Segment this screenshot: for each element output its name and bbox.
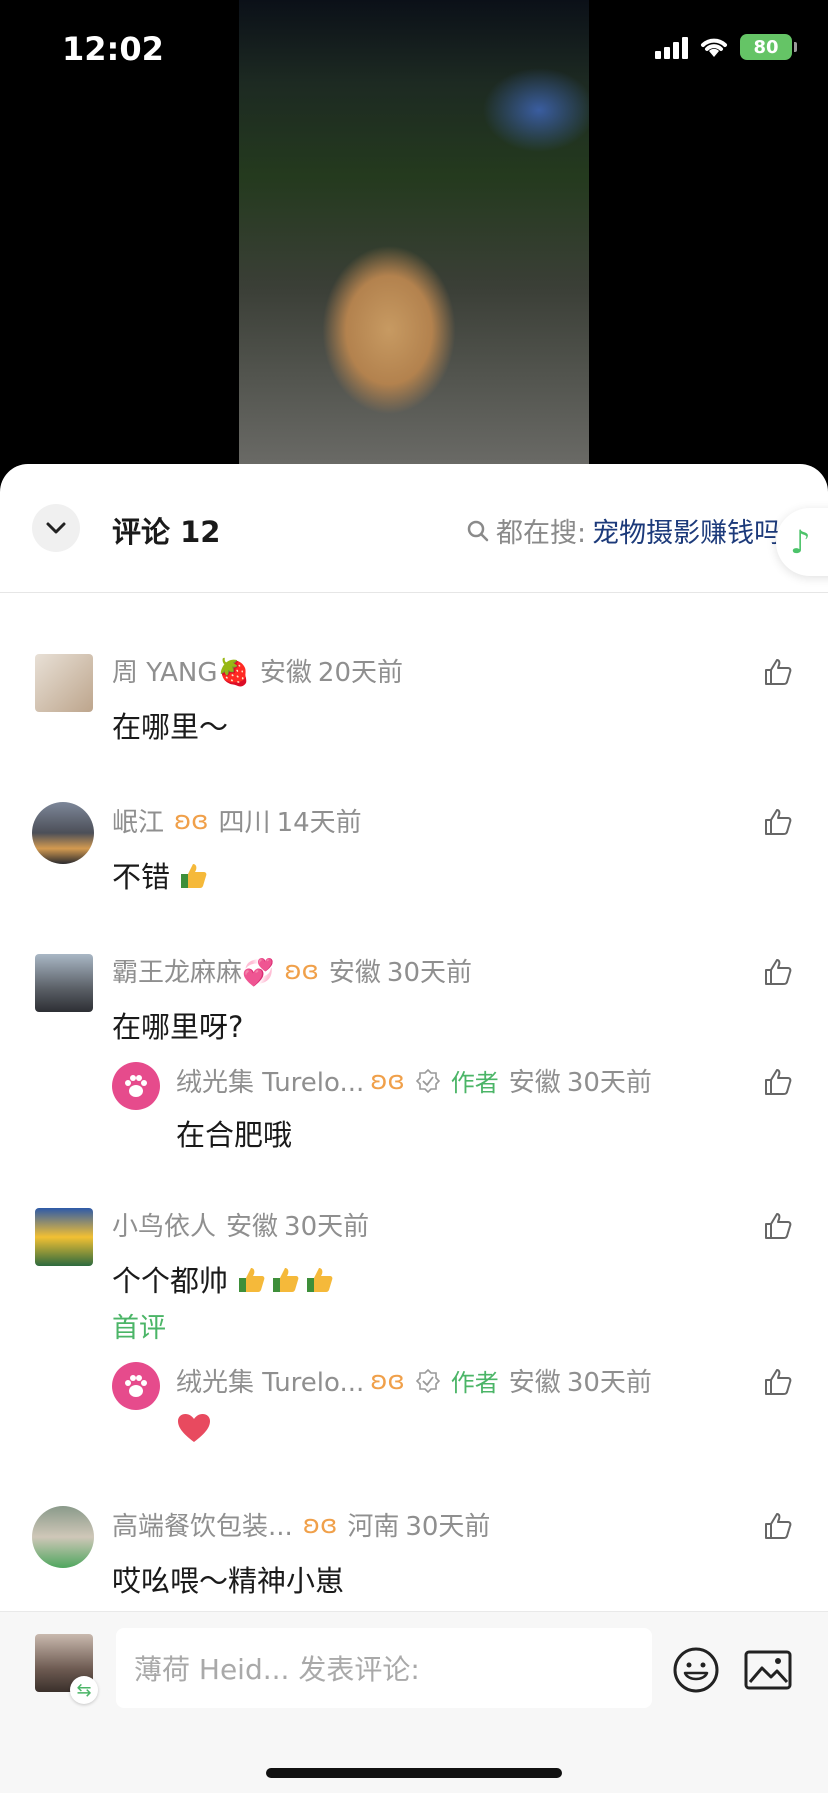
status-time: 12:02 bbox=[62, 30, 164, 68]
signal-icon bbox=[655, 35, 688, 59]
image-button-icon[interactable] bbox=[744, 1650, 792, 1690]
comment-text: 在哪里～ bbox=[112, 710, 229, 744]
battery-level: 80 bbox=[753, 36, 779, 58]
like-icon[interactable] bbox=[762, 1366, 794, 1398]
input-placeholder: 薄荷 Heid... 发表评论: bbox=[134, 1653, 420, 1686]
comment-meta: 周 YANG🍓 安徽 20天前 bbox=[112, 652, 403, 689]
like-icon[interactable] bbox=[762, 1066, 794, 1098]
comment-time: 30天前 bbox=[284, 1212, 370, 1242]
paw-icon bbox=[125, 1375, 147, 1397]
comment-text: 哎吆喂～精神小崽 bbox=[112, 1564, 345, 1598]
reply-region: 安徽 bbox=[508, 1368, 561, 1398]
reply-avatar[interactable] bbox=[112, 1062, 160, 1110]
reply-user[interactable]: 绒光集 Turelo... bbox=[176, 1362, 364, 1399]
comment-text-content: 个个都帅 bbox=[112, 1264, 229, 1298]
author-badge: 作者 bbox=[450, 1069, 499, 1097]
avatar[interactable] bbox=[32, 802, 94, 864]
status-bar: 12:02 80 bbox=[0, 0, 828, 100]
home-indicator bbox=[266, 1768, 562, 1778]
like-icon[interactable] bbox=[762, 806, 794, 838]
comment-text: 在哪里呀? bbox=[112, 1010, 244, 1044]
search-prefix: 都在搜: bbox=[496, 518, 587, 549]
comment-meta: 岷江 ʚɞ 四川 14天前 bbox=[112, 802, 362, 839]
comment-input[interactable]: 薄荷 Heid... 发表评论: bbox=[116, 1628, 652, 1708]
comment-time: 30天前 bbox=[405, 1512, 491, 1542]
thumbs-up-emoji-icon bbox=[181, 864, 207, 888]
verified-icon bbox=[415, 1368, 440, 1393]
comment-meta: 高端餐饮包装... ʚɞ 河南 30天前 bbox=[112, 1506, 490, 1543]
butterfly-badge-icon: ʚɞ bbox=[370, 1365, 405, 1396]
sheet-header: 评论 12 都在搜: 宠物摄影赚钱吗 ♪ bbox=[0, 464, 828, 593]
comment-user[interactable]: 高端餐饮包装... bbox=[112, 1506, 293, 1543]
music-note-icon: ♪ bbox=[790, 523, 811, 561]
comment-text-content: 不错 bbox=[112, 860, 171, 894]
like-icon[interactable] bbox=[762, 1210, 794, 1242]
comment-time: 14天前 bbox=[276, 808, 362, 838]
avatar[interactable] bbox=[35, 654, 93, 712]
comment-region: 四川 bbox=[218, 808, 271, 838]
emoji-button-icon[interactable] bbox=[672, 1646, 720, 1694]
thumbs-up-emoji-icon bbox=[307, 1268, 333, 1292]
comment-text: 个个都帅 bbox=[112, 1258, 335, 1300]
thumbs-up-emoji-icon bbox=[273, 1268, 299, 1292]
comment-meta: 小鸟依人 安徽 30天前 bbox=[112, 1206, 369, 1243]
status-icons: 80 bbox=[655, 34, 797, 60]
reply-time: 30天前 bbox=[566, 1368, 652, 1398]
avatar[interactable] bbox=[35, 954, 93, 1012]
comments-sheet: 评论 12 都在搜: 宠物摄影赚钱吗 ♪ 周 YANG🍓 安徽 20天前 在哪里… bbox=[0, 464, 828, 1792]
butterfly-badge-icon: ʚɞ bbox=[174, 805, 209, 836]
comment-time: 20天前 bbox=[317, 658, 403, 688]
avatar[interactable] bbox=[32, 1506, 94, 1568]
reply-meta: 绒光集 Turelo... ʚɞ 作者 安徽 30天前 bbox=[176, 1362, 652, 1399]
butterfly-badge-icon: ʚɞ bbox=[370, 1065, 405, 1096]
comment-region: 安徽 bbox=[226, 1212, 279, 1242]
search-suggestion[interactable]: 都在搜: 宠物摄影赚钱吗 bbox=[466, 511, 781, 550]
comment-user[interactable]: 周 YANG🍓 bbox=[112, 652, 250, 689]
reply-user[interactable]: 绒光集 Turelo... bbox=[176, 1062, 364, 1099]
butterfly-badge-icon: ʚɞ bbox=[284, 955, 319, 986]
collapse-button[interactable] bbox=[32, 504, 80, 552]
music-float-button[interactable]: ♪ bbox=[776, 508, 828, 576]
switch-account-icon[interactable]: ⇆ bbox=[70, 1676, 98, 1704]
comment-meta: 霸王龙麻麻💞 ʚɞ 安徽 30天前 bbox=[112, 952, 472, 989]
like-icon[interactable] bbox=[762, 1510, 794, 1542]
comment-user[interactable]: 小鸟依人 bbox=[112, 1206, 216, 1243]
battery-icon: 80 bbox=[740, 34, 797, 60]
paw-icon bbox=[125, 1075, 147, 1097]
like-icon[interactable] bbox=[762, 956, 794, 988]
verified-icon bbox=[415, 1068, 440, 1093]
reply-text: 在合肥哦 bbox=[176, 1118, 293, 1152]
comment-text: 不错 bbox=[112, 854, 209, 896]
butterfly-badge-icon: ʚɞ bbox=[302, 1509, 338, 1540]
like-icon[interactable] bbox=[762, 656, 794, 688]
search-term: 宠物摄影赚钱吗 bbox=[592, 518, 782, 549]
author-badge: 作者 bbox=[450, 1369, 499, 1397]
comment-region: 安徽 bbox=[259, 658, 312, 688]
comments-title: 评论 12 bbox=[112, 515, 221, 549]
comment-region: 河南 bbox=[347, 1512, 400, 1542]
avatar[interactable] bbox=[35, 1208, 93, 1266]
heart-emoji-icon bbox=[178, 1414, 210, 1442]
first-comment-tag: 首评 bbox=[112, 1313, 166, 1344]
comment-region: 安徽 bbox=[328, 958, 381, 988]
wifi-icon bbox=[701, 38, 727, 57]
reply-region: 安徽 bbox=[508, 1068, 561, 1098]
thumbs-up-emoji-icon bbox=[239, 1268, 265, 1292]
reply-meta: 绒光集 Turelo... ʚɞ 作者 安徽 30天前 bbox=[176, 1062, 652, 1099]
chevron-down-icon bbox=[46, 522, 66, 534]
reply-time: 30天前 bbox=[566, 1068, 652, 1098]
comment-time: 30天前 bbox=[386, 958, 473, 988]
reply-avatar[interactable] bbox=[112, 1362, 160, 1410]
comment-user[interactable]: 霸王龙麻麻💞 bbox=[112, 952, 274, 989]
comment-input-bar: ⇆ 薄荷 Heid... 发表评论: bbox=[0, 1611, 828, 1793]
comment-user[interactable]: 岷江 bbox=[112, 802, 164, 839]
search-icon bbox=[467, 520, 489, 541]
